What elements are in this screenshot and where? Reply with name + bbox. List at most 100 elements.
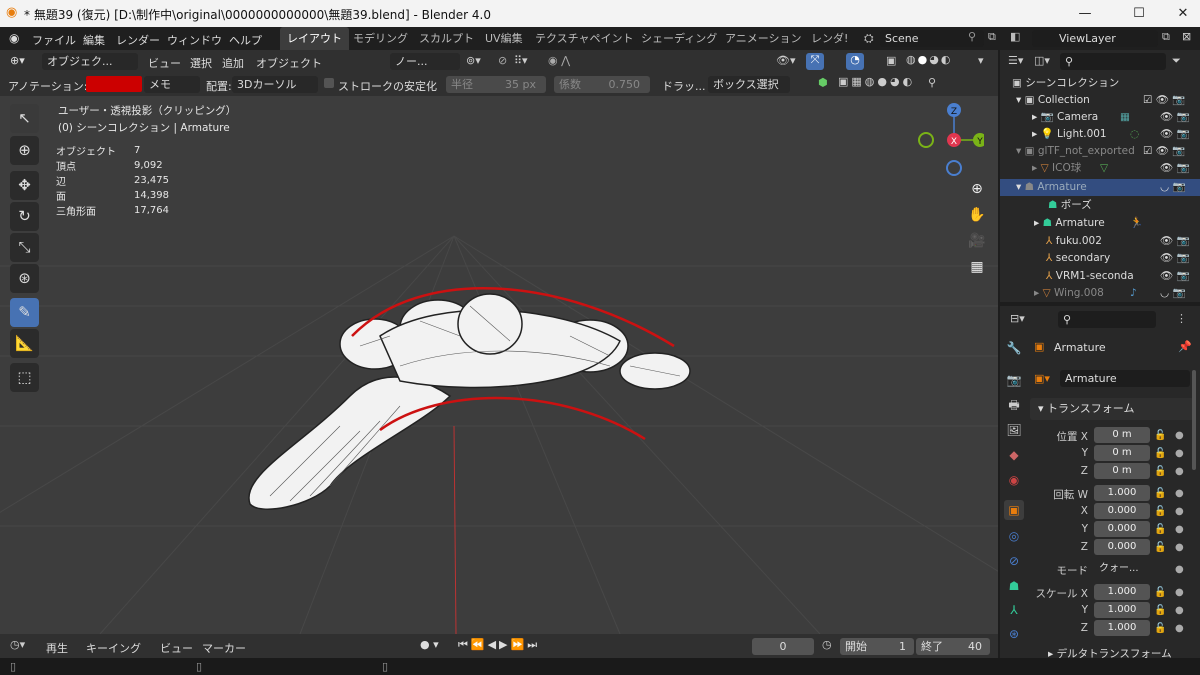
rotation-z-field[interactable]: 0.000 xyxy=(1094,539,1150,555)
display-mode-icon[interactable]: ◫▾ xyxy=(1034,54,1050,67)
lock-icon[interactable]: 🔓 xyxy=(1154,488,1166,499)
menu-edit[interactable]: 編集 xyxy=(83,32,105,48)
outliner-row[interactable]: ⅄ secondary 👁 📷 xyxy=(1000,250,1200,267)
menu-file[interactable]: ファイル xyxy=(32,32,76,48)
properties-scrollbar[interactable] xyxy=(1192,370,1196,470)
outliner-row[interactable]: ▾ ▣ Collection ☑ 👁 📷 xyxy=(1000,92,1200,109)
outliner-row[interactable]: ▸ ▽ Wing.008 ♪ ◡ 📷 xyxy=(1000,285,1200,302)
maximize-icon[interactable]: ☐ xyxy=(1116,0,1162,27)
properties-search[interactable]: ⚲ xyxy=(1058,311,1156,328)
add-cube-tool-icon[interactable]: ⬚ xyxy=(10,363,39,392)
annotate-tool-icon[interactable]: ✎ xyxy=(10,298,39,327)
keyframe-dot-icon[interactable]: ● xyxy=(1175,466,1184,477)
menu-select[interactable]: 選択 xyxy=(190,55,212,71)
lock-icon[interactable]: 🔓 xyxy=(1154,605,1166,616)
outliner-search[interactable]: ⚲ xyxy=(1060,53,1166,70)
keyframe-dot-icon[interactable]: ● xyxy=(1175,605,1184,616)
outliner-row[interactable]: ▾ ▣ glTF_not_exported ☑ 👁 📷 xyxy=(1000,143,1200,160)
tab-texture-paint[interactable]: テクスチャペイント xyxy=(528,27,641,50)
lock-icon[interactable]: 🔓 xyxy=(1154,623,1166,634)
rotation-w-field[interactable]: 1.000 xyxy=(1094,485,1150,501)
tab-sculpt[interactable]: スカルプト xyxy=(412,27,481,50)
object-name-field[interactable]: Armature xyxy=(1060,370,1190,387)
scale-tool-icon[interactable]: ⤡ xyxy=(10,233,39,262)
data-type-icon[interactable]: ▣▾ xyxy=(1034,372,1050,385)
lock-icon[interactable]: 🔓 xyxy=(1154,448,1166,459)
keyframe-dot-icon[interactable]: ● xyxy=(1175,587,1184,598)
rotation-mode-dropdown[interactable]: クォー... xyxy=(1094,560,1150,577)
render-tab-icon[interactable]: 📷 xyxy=(1004,370,1024,390)
tool-tab-icon[interactable]: 🔧 xyxy=(1004,338,1024,358)
scale-y-field[interactable]: 1.000 xyxy=(1094,602,1150,618)
tab-layout[interactable]: レイアウト xyxy=(280,27,349,50)
lock-icon[interactable]: 🔓 xyxy=(1154,524,1166,535)
scale-z-field[interactable]: 1.000 xyxy=(1094,620,1150,636)
shading-options-icon[interactable]: ▾ xyxy=(978,54,984,67)
outliner-root[interactable]: ▣ シーンコレクション xyxy=(1000,75,1200,92)
factor-field[interactable]: 係数 0.750 xyxy=(554,76,650,93)
tab-modeling[interactable]: モデリング xyxy=(346,27,415,50)
keyframe-dot-icon[interactable]: ● xyxy=(1175,506,1184,517)
zoom-icon[interactable]: ⊕ xyxy=(964,176,990,202)
lock-icon[interactable]: 🔓 xyxy=(1154,430,1166,441)
snap-icon[interactable]: ⊘ xyxy=(498,54,507,67)
move-tool-icon[interactable]: ✥ xyxy=(10,171,39,200)
blender-menu-icon[interactable]: ◉ xyxy=(9,31,19,45)
keyframe-dot-icon[interactable]: ● xyxy=(1175,564,1184,575)
timeline-view-menu[interactable]: ビュー xyxy=(160,640,193,656)
delta-transform-header[interactable]: ▸ デルタトランスフォーム xyxy=(1048,646,1198,658)
xray-icon[interactable]: ▣ xyxy=(886,54,896,67)
filter-icon[interactable]: ⏷ xyxy=(1172,54,1181,68)
keying-menu[interactable]: キーイング xyxy=(86,640,141,656)
shading-modes-icon[interactable]: ◍●◕◐ xyxy=(906,53,952,66)
menu-view[interactable]: ビュー xyxy=(148,55,181,71)
current-frame-field[interactable]: 0 xyxy=(752,638,814,655)
tab-rendering[interactable]: レンダ! xyxy=(804,27,855,50)
radius-field[interactable]: 半径 35 px xyxy=(446,76,546,93)
new-scene-icon[interactable]: ⧉ xyxy=(988,30,996,44)
navigation-gizmo[interactable]: Z X Y xyxy=(912,100,984,180)
output-tab-icon[interactable]: 🖶 xyxy=(1004,395,1024,415)
remove-viewlayer-icon[interactable]: ⊠ xyxy=(1182,30,1191,43)
overlay-toggle-icon[interactable]: ◔ xyxy=(846,53,864,70)
tab-animation[interactable]: アニメーション xyxy=(718,27,809,50)
keyframe-dot-icon[interactable]: ● xyxy=(1175,542,1184,553)
outliner-editor-icon[interactable]: ☰▾ xyxy=(1008,54,1023,67)
properties-options-icon[interactable]: ⋮ xyxy=(1176,312,1187,325)
location-z-field[interactable]: 0 m xyxy=(1094,463,1150,479)
editor-type-icon[interactable]: ⊕▾ xyxy=(10,54,25,67)
outliner-row[interactable]: ⅄ fuku.002 👁 📷 xyxy=(1000,233,1200,250)
end-frame-field[interactable]: 終了 40 xyxy=(916,638,990,655)
gizmo-toggle-icon[interactable]: ⤧ xyxy=(806,53,824,70)
menu-add[interactable]: 追加 xyxy=(222,55,244,71)
view-layer-field[interactable]: ViewLayer xyxy=(1032,30,1158,47)
record-icon[interactable]: ● ▾ xyxy=(420,638,439,651)
marker-menu[interactable]: マーカー xyxy=(202,640,246,656)
menu-render[interactable]: レンダー xyxy=(116,32,160,48)
transform-panel-header[interactable]: ▾ トランスフォーム xyxy=(1030,398,1194,420)
properties-editor-icon[interactable]: ⊟▾ xyxy=(1010,312,1025,325)
annotation-color-swatch[interactable] xyxy=(86,76,142,92)
location-y-field[interactable]: 0 m xyxy=(1094,445,1150,461)
minimize-icon[interactable]: — xyxy=(1062,0,1108,27)
outliner-row[interactable]: ☗ ポーズ xyxy=(1000,197,1200,214)
pin-icon[interactable]: 📌 xyxy=(1178,340,1192,353)
pan-hand-icon[interactable]: ✋ xyxy=(964,202,990,228)
keyframe-dot-icon[interactable]: ● xyxy=(1175,430,1184,441)
tab-shading[interactable]: シェーディング xyxy=(634,27,724,50)
playback-controls-icon[interactable]: ⏮⏪◀▶⏩⏭ xyxy=(458,638,540,652)
rotation-x-field[interactable]: 0.000 xyxy=(1094,503,1150,519)
outliner-row[interactable]: ▸ ☗ Armature 🏃 xyxy=(1000,215,1200,232)
rotation-y-field[interactable]: 0.000 xyxy=(1094,521,1150,537)
keyframe-dot-icon[interactable]: ● xyxy=(1175,524,1184,535)
select-tool-icon[interactable]: ↖ xyxy=(10,104,39,133)
mode-dropdown[interactable]: オブジェク... xyxy=(42,53,138,70)
close-icon[interactable]: ✕ xyxy=(1160,0,1200,27)
menu-help[interactable]: ヘルプ xyxy=(229,32,262,48)
viewport-shading-mini-icons[interactable]: ▣▦◍●◕◐ xyxy=(838,75,915,88)
playback-menu[interactable]: 再生 xyxy=(46,640,68,656)
annotation-layer-dropdown[interactable]: メモ xyxy=(144,76,200,93)
outliner-row[interactable]: ▸ 💡 Light.001 ◌ 👁 📷 xyxy=(1000,126,1200,143)
drag-dropdown[interactable]: ボックス選択 xyxy=(708,76,790,93)
outliner-row[interactable]: ⅄ VRM1-seconda 👁 📷 xyxy=(1000,268,1200,285)
